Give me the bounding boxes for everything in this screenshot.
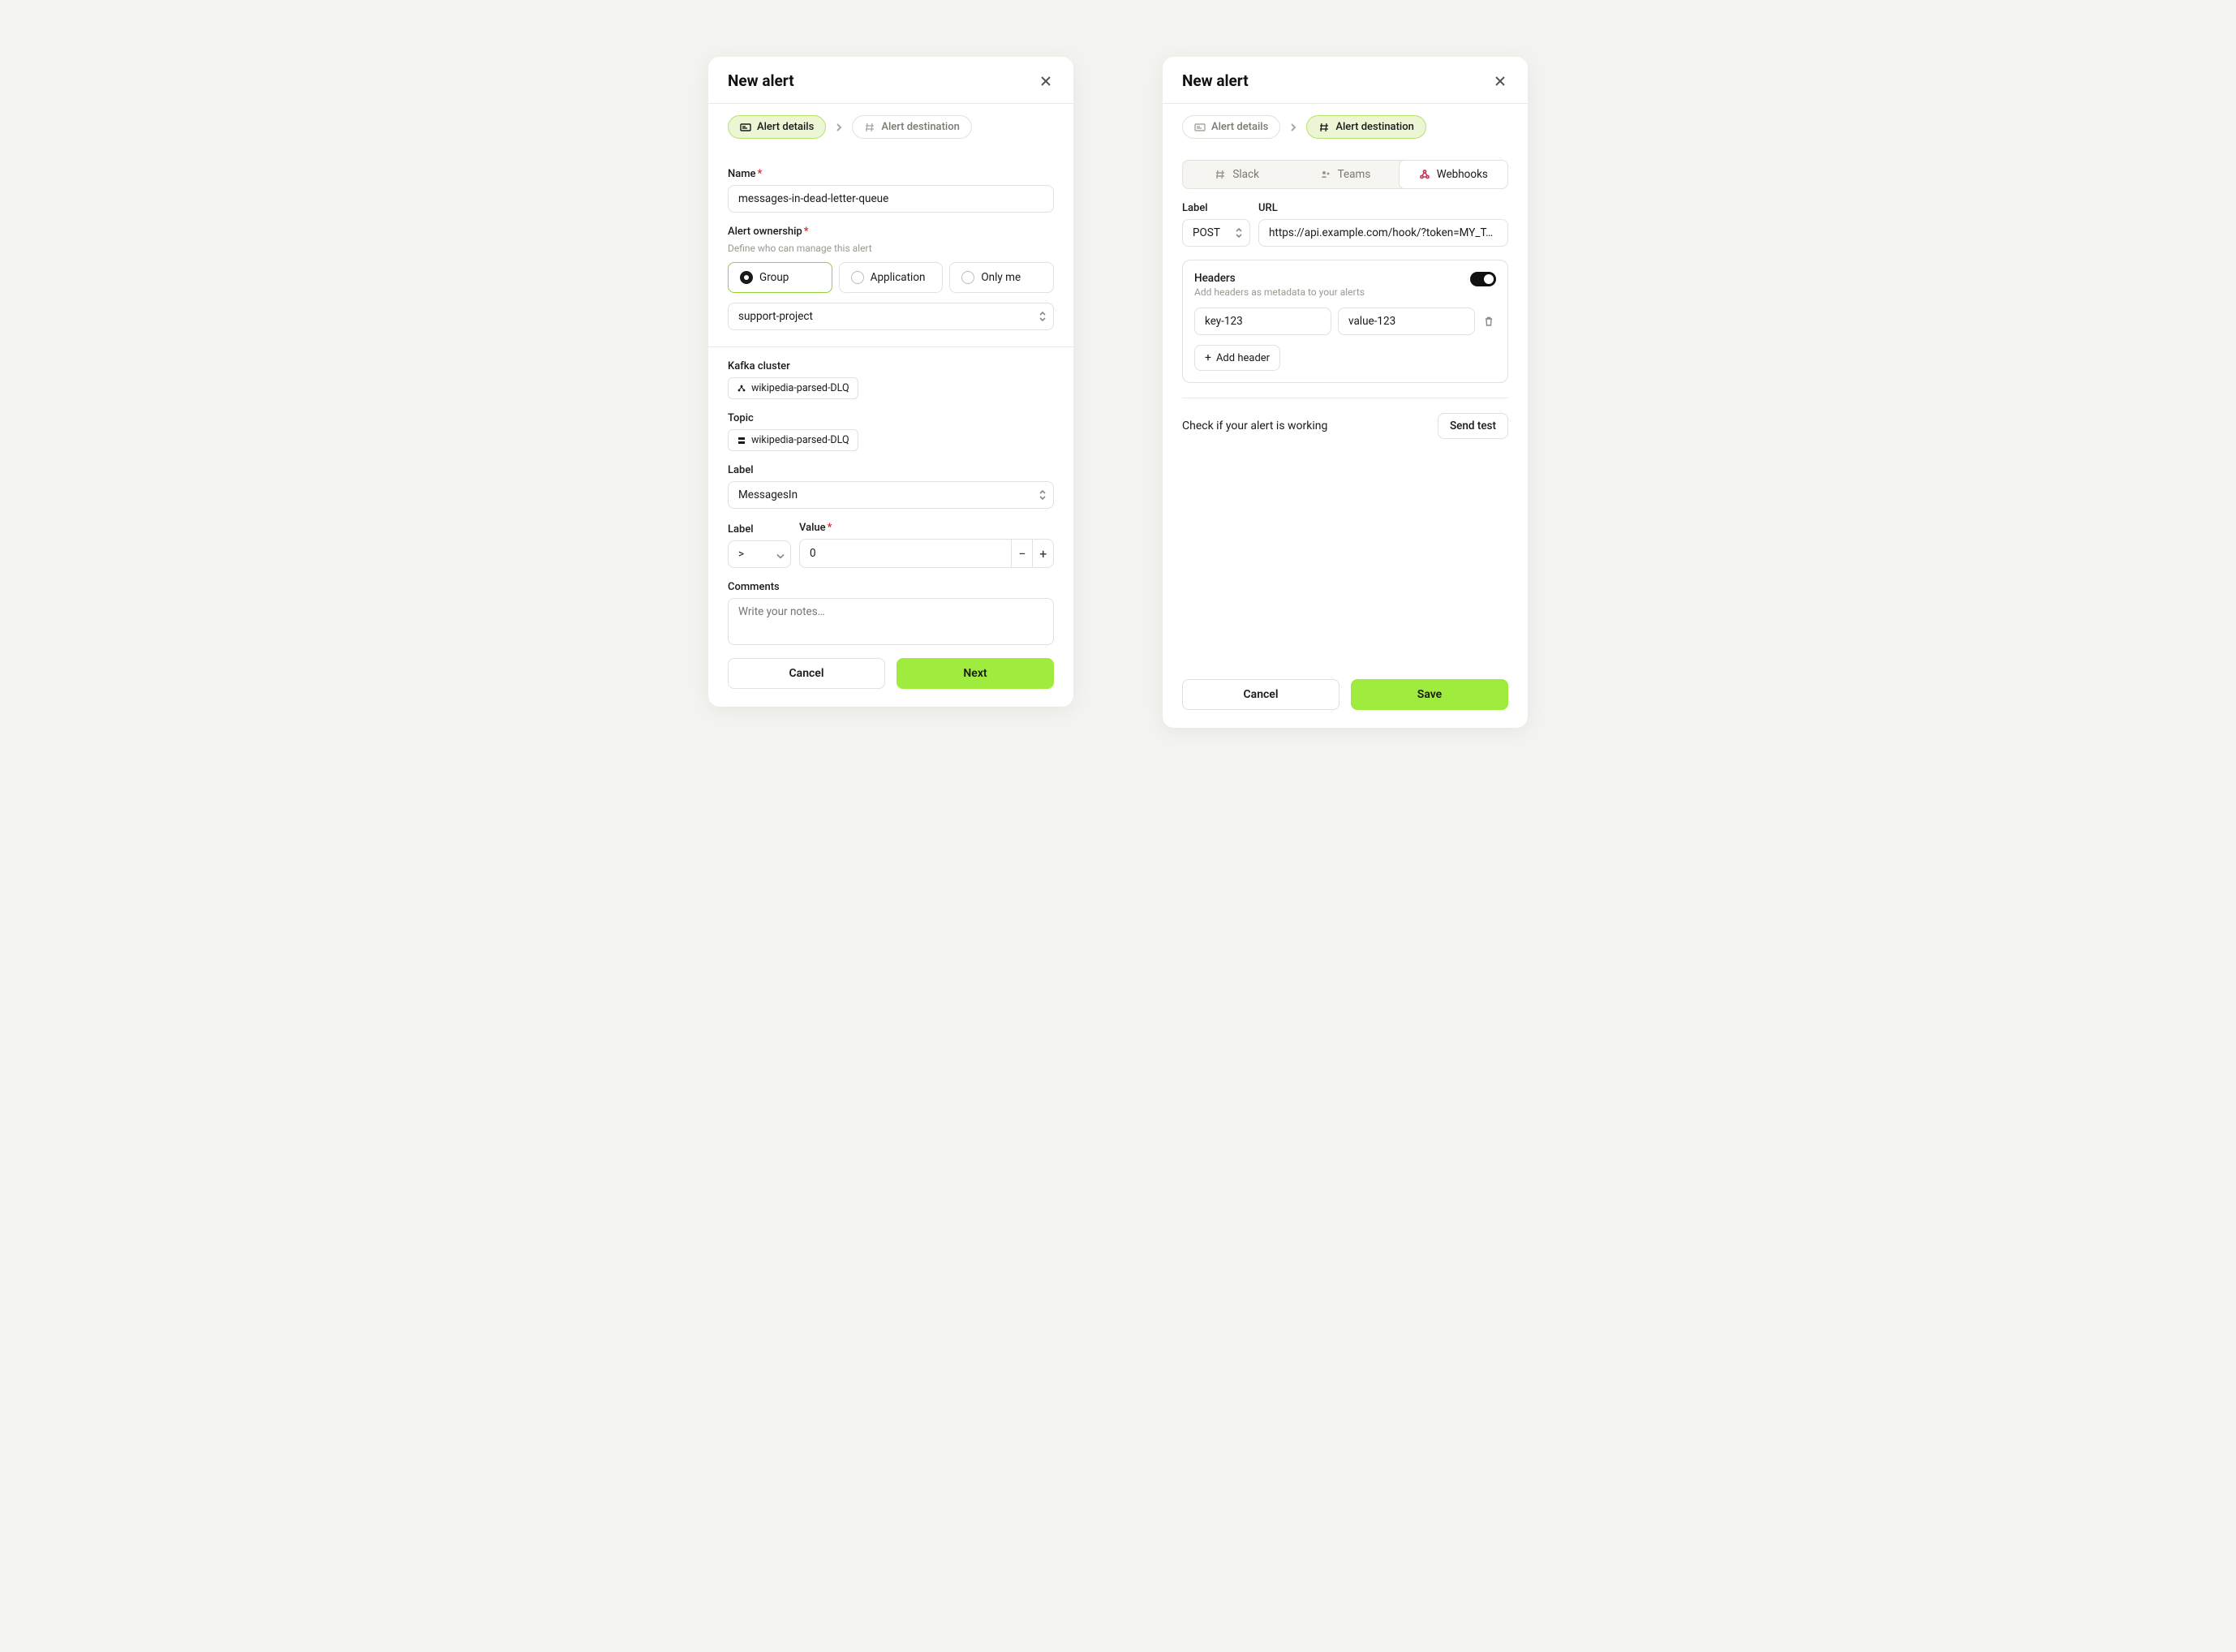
topic-value: wikipedia-parsed-DLQ [751, 434, 849, 446]
alert-destination-card: New alert Alert details Alert destinatio… [1163, 57, 1528, 728]
headers-panel: Headers Add headers as metadata to your … [1182, 260, 1508, 383]
breadcrumb: Alert details Alert destination [708, 104, 1073, 150]
url-input[interactable] [1258, 219, 1508, 247]
ownership-group-select[interactable] [728, 303, 1054, 330]
kafka-cluster-label: Kafka cluster [728, 360, 1054, 372]
save-button[interactable]: Save [1351, 679, 1508, 710]
comments-label: Comments [728, 581, 1054, 593]
details-icon [1194, 122, 1206, 133]
tab-teams[interactable]: Teams [1291, 161, 1399, 188]
breadcrumb-label: Alert destination [1335, 121, 1414, 133]
headers-toggle[interactable] [1470, 272, 1496, 286]
operator-label: Label [728, 523, 791, 536]
breadcrumb-step-destination[interactable]: Alert destination [1306, 115, 1426, 139]
card-title: New alert [728, 71, 794, 90]
name-label: Name* [728, 168, 1054, 180]
alert-details-card: New alert Alert details Alert destinatio… [708, 57, 1073, 707]
delete-header-button[interactable] [1481, 314, 1496, 329]
name-input[interactable] [728, 185, 1054, 213]
tab-label: Webhooks [1437, 168, 1488, 181]
header-row [1194, 308, 1496, 335]
details-icon [740, 122, 751, 133]
ownership-option-label: Application [871, 271, 926, 284]
slack-icon [1215, 169, 1226, 180]
headers-title: Headers [1194, 272, 1365, 285]
breadcrumb-label: Alert details [1211, 121, 1268, 133]
breadcrumb: Alert details Alert destination [1163, 104, 1528, 150]
ownership-option-only-me[interactable]: Only me [949, 262, 1054, 293]
ownership-help: Define who can manage this alert [728, 243, 1054, 254]
topic-chip[interactable]: wikipedia-parsed-DLQ [728, 429, 858, 451]
increment-button[interactable]: + [1032, 539, 1054, 568]
close-icon [1040, 75, 1051, 87]
hash-icon [864, 122, 875, 133]
chevron-right-icon [1288, 123, 1298, 132]
kafka-cluster-chip[interactable]: wikipedia-parsed-DLQ [728, 377, 858, 399]
ownership-option-group[interactable]: Group [728, 262, 832, 293]
tab-label: Teams [1338, 168, 1371, 181]
kafka-cluster-value: wikipedia-parsed-DLQ [751, 382, 849, 394]
value-label: Value* [799, 522, 1054, 534]
close-button[interactable] [1038, 73, 1054, 89]
breadcrumb-label: Alert destination [881, 121, 960, 133]
tab-label: Slack [1232, 168, 1259, 181]
topic-icon [737, 436, 746, 445]
breadcrumb-step-details[interactable]: Alert details [1182, 115, 1280, 139]
plus-icon: + [1205, 351, 1211, 364]
cluster-icon [737, 384, 746, 394]
value-stepper: − + [799, 539, 1054, 568]
ownership-option-application[interactable]: Application [839, 262, 944, 293]
method-select[interactable] [1182, 219, 1250, 247]
add-header-button[interactable]: + Add header [1194, 345, 1280, 371]
teams-icon [1320, 169, 1331, 180]
decrement-button[interactable]: − [1011, 539, 1032, 568]
headers-help: Add headers as metadata to your alerts [1194, 286, 1365, 298]
metric-label: Label [728, 464, 1054, 476]
tab-webhooks[interactable]: Webhooks [1399, 160, 1508, 189]
close-button[interactable] [1492, 73, 1508, 89]
add-header-label: Add header [1216, 352, 1270, 364]
send-test-button[interactable]: Send test [1438, 413, 1508, 439]
ownership-option-label: Only me [981, 271, 1021, 284]
tab-slack[interactable]: Slack [1183, 161, 1291, 188]
header-key-input[interactable] [1194, 308, 1331, 335]
breadcrumb-step-details[interactable]: Alert details [728, 115, 826, 139]
topic-label: Topic [728, 412, 1054, 424]
trash-icon [1483, 316, 1494, 327]
metric-select[interactable] [728, 481, 1054, 509]
operator-select[interactable] [728, 540, 791, 568]
destination-tabs: Slack Teams Webhooks [1182, 160, 1508, 189]
ownership-option-label: Group [759, 271, 789, 284]
close-icon [1494, 75, 1506, 87]
webhook-label-label: Label [1182, 202, 1250, 214]
header-value-input[interactable] [1338, 308, 1475, 335]
next-button[interactable]: Next [897, 658, 1054, 689]
hash-icon [1318, 122, 1330, 133]
test-text: Check if your alert is working [1182, 419, 1327, 432]
cancel-button[interactable]: Cancel [1182, 679, 1339, 710]
url-label: URL [1258, 202, 1508, 214]
chevron-right-icon [834, 123, 844, 132]
ownership-label: Alert ownership* [728, 226, 1054, 238]
comments-textarea[interactable] [728, 598, 1054, 645]
card-title: New alert [1182, 71, 1249, 90]
cancel-button[interactable]: Cancel [728, 658, 885, 689]
webhook-icon [1419, 169, 1430, 180]
value-input[interactable] [799, 539, 1011, 568]
breadcrumb-label: Alert details [757, 121, 814, 133]
breadcrumb-step-destination[interactable]: Alert destination [852, 115, 972, 139]
